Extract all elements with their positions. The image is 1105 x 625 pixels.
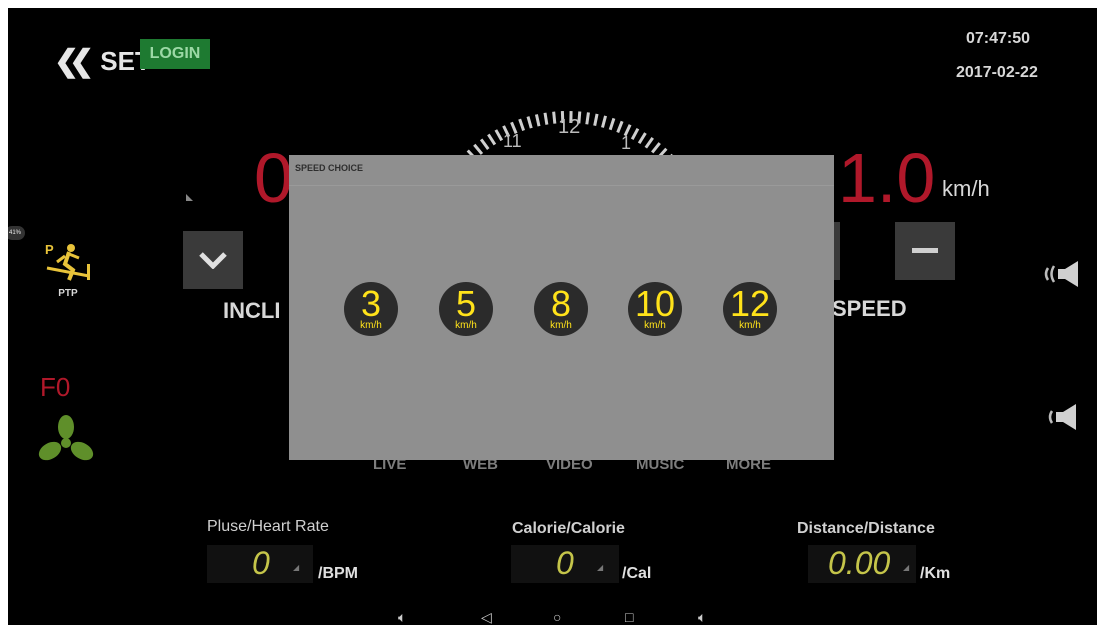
calorie-value: 0 (556, 545, 574, 581)
treadmill-screen: ❮❮ SET LOGIN 07:47:50 2017-02-22 11 12 1… (8, 8, 1097, 625)
fan-button[interactable] (38, 413, 94, 470)
speed-option-8[interactable]: 8 km/h (534, 282, 588, 336)
dialog-title: SPEED CHOICE (295, 163, 364, 173)
dial-tick (526, 116, 533, 129)
speed-option-value: 3 (360, 283, 382, 324)
treadmill-ptp-icon: P (45, 242, 90, 281)
incline-label: INCLI (223, 298, 281, 323)
speed-choice-dialog: SPEED CHOICE 3 km/h 5 km/h 8 km/h 10 km/… (289, 155, 834, 460)
set-button[interactable]: ❮❮ SET (54, 44, 151, 79)
speed-option-value: 5 (455, 283, 477, 324)
distance-unit: /Km (920, 565, 951, 582)
incline-value: 0 (254, 139, 293, 217)
speed-option-3[interactable]: 3 km/h (344, 282, 398, 336)
speed-label: SPEED (832, 296, 907, 321)
volume-icon[interactable]: 🔈︎ (398, 609, 406, 625)
speed-unit: km/h (942, 176, 990, 201)
speed-value: 1.0 (838, 139, 936, 217)
ptp-label: PTP (58, 288, 78, 299)
dial-tick (651, 142, 661, 154)
speed-option-value: 10 (634, 283, 676, 324)
volume-up-button[interactable] (1044, 260, 1084, 293)
dial-number-1: 1 (621, 133, 632, 153)
distance-caret-icon: ◢ (903, 563, 910, 572)
fan-icon (38, 415, 94, 461)
speed-option-unit: km/h (455, 320, 477, 331)
ptp-button[interactable]: P PTP (38, 240, 98, 310)
fan-level-label: F0 (40, 372, 71, 402)
minus-icon (912, 248, 938, 253)
dial-number-11: 11 (503, 131, 522, 151)
dial-tick (593, 113, 599, 126)
battery-indicator: 41% (8, 226, 25, 240)
volume-icon[interactable]: 🔈︎ (698, 609, 706, 625)
dial-tick (518, 118, 526, 132)
speed-option-12[interactable]: 12 km/h (723, 282, 777, 336)
volume-down-icon (1048, 404, 1076, 430)
heart-rate-caret-icon: ◢ (293, 563, 300, 572)
login-button[interactable]: LOGIN (140, 39, 210, 69)
calorie-caret-icon: ◢ (597, 563, 604, 572)
volume-up-icon (1044, 261, 1078, 287)
calorie-unit: /Cal (622, 565, 652, 582)
speed-down-button[interactable] (895, 222, 955, 280)
dial-tick (473, 143, 484, 155)
clock-time: 07:47:50 (966, 30, 1031, 47)
home-icon[interactable]: ○ (553, 609, 561, 625)
dial-tick (543, 112, 549, 125)
dial-tick (585, 112, 590, 125)
chevron-down-icon (199, 252, 227, 269)
dial-tick (608, 117, 616, 131)
clock-date: 2017-02-22 (956, 64, 1038, 81)
dial-tick (630, 127, 640, 140)
heart-rate-unit: /BPM (318, 565, 358, 582)
dial-tick (534, 114, 541, 127)
speed-option-value: 8 (550, 283, 572, 324)
dial-tick (494, 129, 504, 142)
speed-option-unit: km/h (360, 320, 382, 331)
incline-down-button[interactable] (183, 231, 243, 289)
recents-icon[interactable]: □ (625, 609, 633, 625)
speed-option-value: 12 (729, 283, 771, 324)
dial-number-12: 12 (558, 116, 581, 138)
dial-tick (479, 138, 490, 150)
distance-label: Distance/Distance (797, 520, 935, 537)
calorie-label: Calorie/Calorie (512, 520, 625, 537)
dial-tick (616, 120, 624, 134)
volume-down-button[interactable] (1048, 403, 1078, 436)
dial-tick (552, 111, 557, 124)
heart-rate-value: 0 (252, 545, 270, 581)
dial-tick (601, 115, 608, 128)
dial-tick (487, 133, 497, 146)
speed-option-10[interactable]: 10 km/h (628, 282, 682, 336)
distance-value: 0.00 (828, 545, 891, 581)
dialog-divider (289, 185, 834, 186)
speed-option-5[interactable]: 5 km/h (439, 282, 493, 336)
dial-tick (644, 137, 654, 149)
double-chevron-left-icon: ❮❮ (54, 45, 94, 78)
dial-tick (637, 132, 647, 145)
incline-marker-icon (186, 194, 193, 201)
svg-text:P: P (45, 242, 54, 257)
back-icon[interactable]: ◁ (481, 609, 492, 625)
heart-rate-label: Pluse/Heart Rate (207, 518, 329, 535)
speed-option-unit: km/h (550, 320, 572, 331)
